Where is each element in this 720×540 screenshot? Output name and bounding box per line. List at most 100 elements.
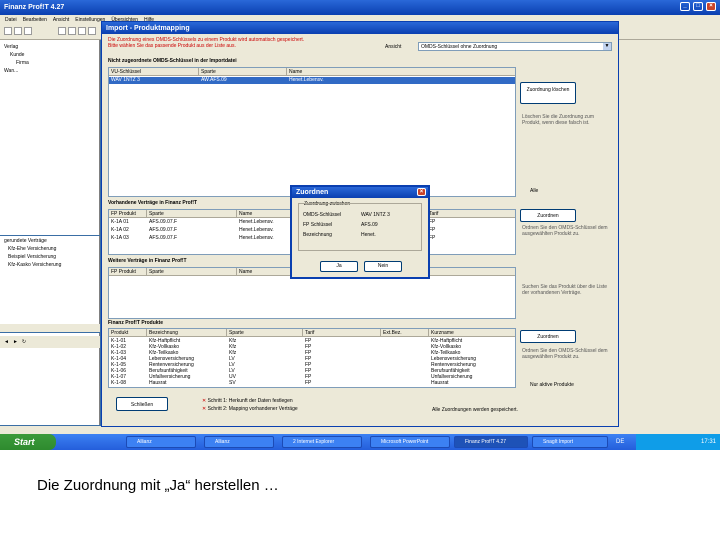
zuordnen-label: Zuordnen: [537, 213, 559, 219]
task-label: 2 Internet Explorer: [293, 439, 335, 445]
table-row[interactable]: WAV 1NTZ 3 AW.AFS.09 Henet.Lebensv.: [109, 77, 515, 84]
zuordnen-dialog: Zuordnen × Zuordnung zwischen OMDS-Schlü…: [290, 185, 430, 279]
close-icon[interactable]: ×: [417, 188, 426, 196]
slide-caption: Die Zuordnung mit „Ja“ herstellen …: [37, 477, 279, 494]
start-button[interactable]: Start: [0, 434, 56, 450]
minimize-icon[interactable]: _: [680, 2, 690, 11]
task-powerpoint[interactable]: Microsoft PowerPoint: [370, 436, 450, 448]
left-splitter[interactable]: [0, 324, 100, 332]
checkbox-aktive-label[interactable]: Nur aktive Produkte: [530, 382, 574, 388]
zuordnen-button[interactable]: Zuordnen: [520, 209, 576, 222]
task-allianz-1[interactable]: Allianz: [126, 436, 196, 448]
schliessen-button[interactable]: Schließen: [116, 397, 168, 411]
clock: 17:31: [700, 439, 716, 445]
new-icon[interactable]: [4, 27, 12, 35]
tree-item-kunde[interactable]: Kunde: [10, 52, 24, 58]
paste-icon[interactable]: [88, 27, 96, 35]
cell: FP: [429, 219, 436, 225]
cell: FP: [429, 235, 436, 241]
col-fp-produkt[interactable]: FP Produkt: [109, 210, 147, 218]
contract-item[interactable]: Kfz-Kasko Versicherung: [8, 262, 61, 268]
task-finanzprofit[interactable]: Finanz Prof!T 4.27: [454, 436, 528, 448]
col-tarif[interactable]: Tarif: [427, 210, 517, 218]
task-allianz-2[interactable]: Allianz: [204, 436, 274, 448]
tree-item-wan[interactable]: Wan...: [4, 68, 18, 74]
section-unassigned-label: Nicht zugeordnete OMDS-Schlüssel in der …: [108, 58, 237, 64]
open-icon[interactable]: [14, 27, 22, 35]
zuordnung-loeschen-label: Zuordnung löschen: [526, 87, 570, 93]
contract-item[interactable]: Beispiel Versicherung: [8, 254, 56, 260]
menu-item-datei[interactable]: Datei: [5, 17, 17, 23]
section-products-label: Finanz Prof!T Produkte: [108, 320, 163, 326]
step-1: ✕ Schritt 1: Herkunft der Daten festlege…: [202, 398, 293, 404]
maximize-icon[interactable]: □: [693, 2, 703, 11]
right-value-2: AFS.09: [361, 222, 378, 228]
step-2: ✕ Schritt 2: Mapping vorhandener Verträg…: [202, 406, 298, 412]
contracts-section-label: gerundete Verträge: [4, 238, 47, 244]
print-icon[interactable]: [58, 27, 66, 35]
close-icon[interactable]: ×: [706, 2, 716, 11]
col-sparte[interactable]: Sparte: [147, 268, 237, 276]
left-label-1: OMDS-Schlüssel: [303, 212, 342, 218]
left-label-2: FP Schlüssel: [303, 222, 333, 228]
copy-icon[interactable]: [78, 27, 86, 35]
cell: Hausrat: [149, 380, 167, 386]
cell: K-1A 03: [111, 235, 129, 241]
cell: AFS.09.07.F: [149, 227, 178, 233]
col-produkt[interactable]: Produkt: [109, 329, 147, 337]
left-tree-pane: Verlag Kunde Firma Wan...: [0, 40, 100, 235]
col-kurzname[interactable]: Kurzname: [429, 329, 517, 337]
cell: [381, 380, 429, 386]
col-bezeichnung[interactable]: Bezeichnung: [147, 329, 227, 337]
app-title: Finanz Prof!T 4.27: [4, 4, 65, 11]
note-loeschen: Löschen Sie die Zuordnung zum Produkt, w…: [522, 114, 594, 126]
cell: AFS.09.07.F: [149, 235, 178, 241]
back-icon[interactable]: ◄: [4, 339, 9, 345]
task-label: Allianz: [215, 439, 230, 445]
col-sparte[interactable]: Sparte: [199, 68, 287, 76]
checkbox-alle-label[interactable]: Alle: [530, 188, 538, 194]
zuordnen-products-button[interactable]: Zuordnen: [520, 330, 576, 343]
nein-button[interactable]: Nein: [364, 261, 402, 272]
task-label: Microsoft PowerPoint: [381, 439, 429, 445]
app-titlebar: Finanz Prof!T 4.27 _ □ ×: [0, 0, 720, 15]
table-row[interactable]: K-1-08 Hausrat SV FP Hausrat: [109, 380, 515, 386]
task-snagit[interactable]: SnagIt Import: [532, 436, 608, 448]
col-ext-bez[interactable]: Ext.Bez.: [381, 329, 429, 337]
cell: FP: [429, 227, 436, 233]
col-tarif[interactable]: Tarif: [303, 329, 381, 337]
tree-item-firma[interactable]: Firma: [16, 60, 29, 66]
forward-icon[interactable]: ►: [13, 339, 18, 345]
refresh-icon[interactable]: ↻: [22, 339, 26, 345]
col-sparte[interactable]: Sparte: [227, 329, 303, 337]
col-sparte[interactable]: Sparte: [147, 210, 237, 218]
lang-indicator[interactable]: DE: [616, 434, 624, 450]
menu-item-bearbeiten[interactable]: Bearbeiten: [23, 17, 47, 23]
filter-label: Ansicht: [385, 44, 402, 50]
menu-item-ansicht[interactable]: Ansicht: [53, 17, 69, 23]
col-name[interactable]: Name: [287, 68, 517, 76]
task-label: Allianz: [137, 439, 152, 445]
filter-dropdown[interactable]: OMDS-Schlüssel ohne Zuordnung ▼: [418, 42, 612, 51]
save-icon[interactable]: [24, 27, 32, 35]
cell: WAV 1NTZ 3: [111, 77, 140, 83]
col-fp-produkt[interactable]: FP Produkt: [109, 268, 147, 276]
chevron-down-icon[interactable]: ▼: [603, 43, 611, 50]
tree-item-verlag[interactable]: Verlag: [4, 44, 18, 50]
table-header: Produkt Bezeichnung Sparte Tarif Ext.Bez…: [109, 329, 515, 337]
task-label: SnagIt Import: [543, 439, 574, 445]
table-header: VU-Schlüssel Sparte Name: [109, 68, 515, 76]
contract-item[interactable]: Kfz-Ehe Versicherung: [8, 246, 56, 252]
ja-button[interactable]: Ja: [320, 261, 358, 272]
import-dialog-title: Import - Produktmapping: [106, 24, 190, 32]
cell: FP: [305, 380, 312, 386]
task-ie[interactable]: 2 Internet Explorer: [282, 436, 362, 448]
cell: Hausrat: [431, 380, 449, 386]
col-vu-schluessel[interactable]: VU-Schlüssel: [109, 68, 199, 76]
note-zuordnen: Ordnen Sie den OMDS-Schlüssel dem ausgew…: [522, 225, 608, 237]
desktop-screen: Finanz Prof!T 4.27 _ □ × Datei Bearbeite…: [0, 0, 720, 450]
schliessen-label: Schließen: [130, 402, 154, 408]
cut-icon[interactable]: [68, 27, 76, 35]
zuordnung-loeschen-button[interactable]: Zuordnung löschen: [520, 82, 576, 104]
task-label: Finanz Prof!T 4.27: [465, 439, 507, 445]
